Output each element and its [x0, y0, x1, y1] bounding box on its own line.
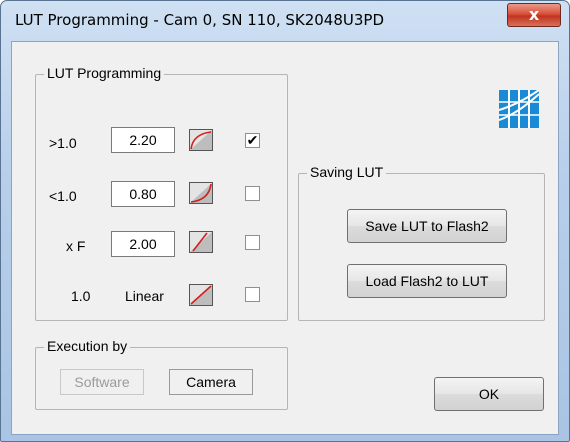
company-logo: [498, 89, 540, 131]
camera-button[interactable]: Camera: [169, 369, 253, 395]
gamma-less-checkbox[interactable]: [245, 186, 260, 201]
lut-programming-group-label: LUT Programming: [44, 65, 165, 81]
title-bar[interactable]: LUT Programming - Cam 0, SN 110, SK2048U…: [1, 1, 569, 41]
inverse-gamma-curve-icon: [190, 183, 212, 203]
saving-lut-group-label: Saving LUT: [307, 164, 387, 180]
linear-checkbox[interactable]: [245, 287, 260, 302]
gamma-greater-checkbox[interactable]: ✔: [245, 133, 260, 148]
factor-label: x F: [66, 238, 86, 254]
factor-curve-icon: [190, 232, 212, 252]
gamma-curve-icon: [190, 130, 212, 150]
logo-icon: [498, 89, 540, 128]
execution-by-group: Execution by Software Camera: [35, 338, 288, 410]
factor-curve-button[interactable]: [189, 231, 213, 253]
save-lut-to-flash-button[interactable]: Save LUT to Flash2: [347, 209, 507, 243]
close-button[interactable]: x: [507, 3, 561, 27]
dialog-client-area: LUT Programming >1.0 2.20 ✔ <1.0 0.80 x …: [11, 41, 559, 435]
software-button[interactable]: Software: [60, 369, 144, 395]
ok-button[interactable]: OK: [434, 377, 544, 411]
window-title: LUT Programming - Cam 0, SN 110, SK2048U…: [15, 11, 385, 29]
gamma-greater-input[interactable]: 2.20: [111, 127, 175, 153]
gamma-greater-curve-button[interactable]: [189, 129, 213, 151]
linear-curve-icon: [190, 285, 212, 305]
gamma-less-curve-button[interactable]: [189, 182, 213, 204]
load-flash-to-lut-button[interactable]: Load Flash2 to LUT: [347, 264, 507, 298]
linear-value-label: Linear: [125, 288, 164, 304]
gamma-greater-label: >1.0: [49, 135, 77, 151]
linear-gain-label: 1.0: [71, 288, 91, 304]
gamma-less-input[interactable]: 0.80: [111, 181, 175, 207]
factor-checkbox[interactable]: [245, 235, 260, 250]
lut-programming-group: LUT Programming >1.0 2.20 ✔ <1.0 0.80 x …: [35, 65, 288, 321]
gamma-less-label: <1.0: [49, 188, 77, 204]
dialog-window: LUT Programming - Cam 0, SN 110, SK2048U…: [0, 0, 570, 442]
saving-lut-group: Saving LUT Save LUT to Flash2 Load Flash…: [298, 164, 545, 321]
linear-curve-button[interactable]: [189, 284, 213, 306]
factor-input[interactable]: 2.00: [111, 231, 175, 257]
execution-by-group-label: Execution by: [44, 338, 131, 354]
